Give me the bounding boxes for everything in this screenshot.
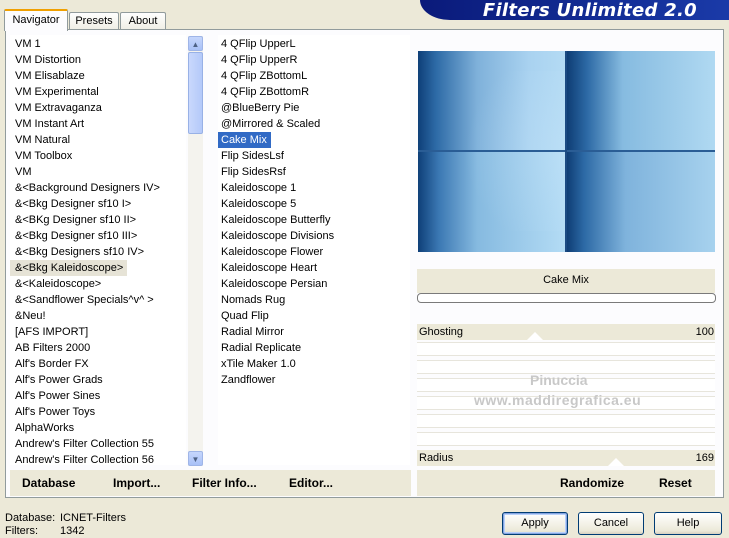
reset-button[interactable]: Reset [659,476,692,490]
category-item[interactable]: VM 1 [10,36,186,52]
category-item[interactable]: &<Bkg Kaleidoscope> [10,260,128,276]
filter-item[interactable]: 4 QFlip UpperL [218,36,410,52]
filter-item[interactable]: @Mirrored & Scaled [218,116,410,132]
filter-item[interactable]: 4 QFlip ZBottomL [218,68,410,84]
filter-item[interactable]: Kaleidoscope Butterfly [218,212,410,228]
category-item[interactable]: Andrew's Filter Collection 55 [10,436,186,452]
title-banner: Filters Unlimited 2.0 [420,0,729,21]
category-item[interactable]: VM [10,164,186,180]
app-title: Filters Unlimited 2.0 [482,0,697,21]
ghosting-slider-thumb[interactable] [527,332,543,340]
preview-filter-name: Cake Mix [543,274,589,286]
param-value-radius: 169 [695,452,714,464]
filter-info-button[interactable]: Filter Info... [192,476,257,490]
filter-item[interactable]: Nomads Rug [218,292,410,308]
category-item[interactable]: VM Toolbox [10,148,186,164]
category-scrollbar[interactable]: ▲ ▼ [188,36,203,466]
radius-slider-thumb[interactable] [608,458,624,466]
help-button[interactable]: Help [654,512,722,535]
filter-item[interactable]: Radial Replicate [218,340,410,356]
filter-item[interactable]: Flip SidesRsf [218,164,410,180]
category-item[interactable]: VM Experimental [10,84,186,100]
editor-button[interactable]: Editor... [289,476,333,490]
param-label-radius: Radius [419,452,454,464]
scroll-thumb[interactable] [188,52,203,134]
filter-item[interactable]: @BlueBerry Pie [218,100,410,116]
tab-about[interactable]: About [120,12,166,29]
category-item[interactable]: &<Sandflower Specials^v^ > [10,292,186,308]
param-label-ghosting: Ghosting [419,326,464,338]
cancel-button[interactable]: Cancel [578,512,644,535]
filter-item[interactable]: Kaleidoscope 1 [218,180,410,196]
category-item[interactable]: AlphaWorks [10,420,186,436]
filter-item[interactable]: Kaleidoscope 5 [218,196,410,212]
filter-item[interactable]: Quad Flip [218,308,410,324]
category-item[interactable]: AB Filters 2000 [10,340,186,356]
progress-bar [417,293,716,303]
tab-presets[interactable]: Presets [69,12,119,29]
filter-item[interactable]: Kaleidoscope Flower [218,244,410,260]
category-item[interactable]: &<BKg Designer sf10 II> [10,212,186,228]
category-item[interactable]: VM Extravaganza [10,100,186,116]
category-item[interactable]: Andrew's Filter Collection 56 [10,452,186,465]
status-filters-value: 1342 [60,525,85,537]
category-item[interactable]: Alf's Power Sines [10,388,186,404]
filter-item[interactable]: xTile Maker 1.0 [218,356,410,372]
param-value-ghosting: 100 [695,326,714,338]
category-item[interactable]: Alf's Power Toys [10,404,186,420]
scroll-down-icon[interactable]: ▼ [188,451,203,466]
import-button[interactable]: Import... [113,476,160,490]
category-item[interactable]: Alf's Border FX [10,356,186,372]
filter-preview [418,51,715,252]
status-database-label: Database: [5,512,56,524]
watermark-line1: Pinuccia [530,372,588,388]
category-item[interactable]: &<Kaleidoscope> [10,276,186,292]
category-item[interactable]: &<Background Designers IV> [10,180,186,196]
category-list[interactable]: VM 1 VM Distortion VM Elisablaze VM Experim… [10,35,186,465]
filter-item[interactable]: Zandflower [218,372,410,388]
category-item[interactable]: &<Bkg Designer sf10 I> [10,196,186,212]
scroll-up-icon[interactable]: ▲ [188,36,203,51]
filter-item[interactable]: Cake Mix [218,132,271,148]
randomize-button[interactable]: Randomize [560,476,624,490]
category-item[interactable]: &Neu! [10,308,186,324]
category-item[interactable]: VM Distortion [10,52,186,68]
filter-item[interactable]: Kaleidoscope Divisions [218,228,410,244]
filter-item[interactable]: 4 QFlip UpperR [218,52,410,68]
watermark-line2: www.maddiregrafica.eu [474,392,642,408]
category-item[interactable]: Alf's Power Grads [10,372,186,388]
filter-item[interactable]: 4 QFlip ZBottomR [218,84,410,100]
apply-button[interactable]: Apply [502,512,568,535]
filter-item[interactable]: Kaleidoscope Heart [218,260,410,276]
filter-list[interactable]: 4 QFlip UpperL 4 QFlip UpperR 4 QFlip ZBot… [218,35,410,465]
category-item[interactable]: VM Elisablaze [10,68,186,84]
filter-item[interactable]: Kaleidoscope Persian [218,276,410,292]
status-database-value: ICNET-Filters [60,512,126,524]
filter-item[interactable]: Flip SidesLsf [218,148,410,164]
status-filters-label: Filters: [5,525,38,537]
category-item[interactable]: VM Instant Art [10,116,186,132]
category-item[interactable]: &<Bkg Designers sf10 IV> [10,244,186,260]
filter-item[interactable]: Radial Mirror [218,324,410,340]
category-item[interactable]: [AFS IMPORT] [10,324,186,340]
database-button[interactable]: Database [22,476,75,490]
tab-navigator[interactable]: Navigator [4,9,68,31]
category-item[interactable]: VM Natural [10,132,186,148]
category-item[interactable]: &<Bkg Designer sf10 III> [10,228,186,244]
